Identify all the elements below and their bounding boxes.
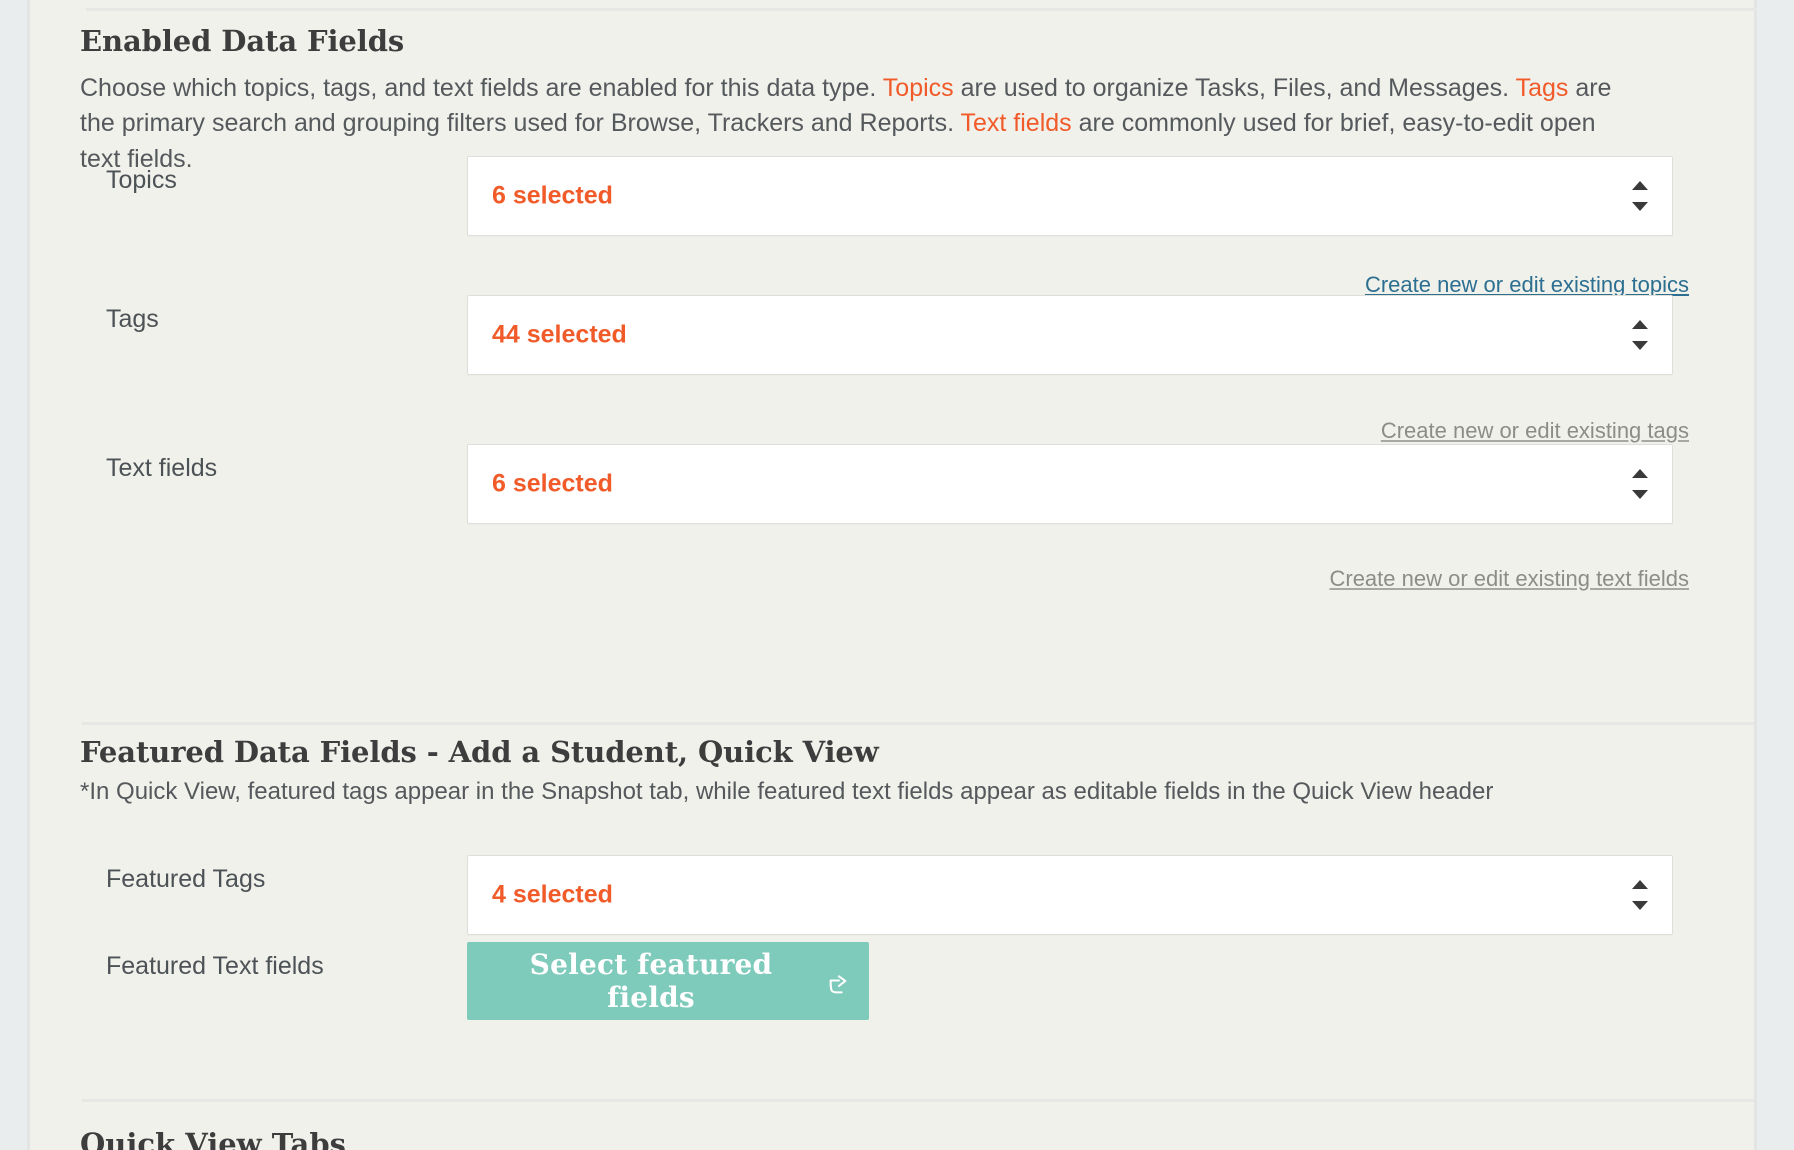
field-row-featured-text-fields: Featured Text fields Select featured fie… — [30, 942, 1754, 1022]
tags-manage-link[interactable]: Create new or edit existing tags — [1381, 420, 1689, 442]
text-fields-selected-count: 6 selected — [492, 472, 613, 497]
external-link-icon — [827, 971, 849, 993]
featured-data-fields-title: Featured Data Fields - Add a Student, Qu… — [30, 735, 1754, 770]
desc-highlight-tags: Tags — [1516, 74, 1569, 102]
field-row-topics: Topics 6 selected — [30, 156, 1754, 236]
settings-page: Enabled Data Fields Choose which topics,… — [0, 0, 1794, 1150]
select-featured-fields-button[interactable]: Select featured fields — [467, 942, 869, 1020]
topics-select[interactable]: 6 selected — [467, 156, 1673, 236]
featured-data-fields-section: Featured Data Fields - Add a Student, Qu… — [30, 735, 1754, 808]
desc-part-2: are used to organize Tasks, Files, and M… — [954, 74, 1516, 102]
field-row-featured-tags: Featured Tags 4 selected — [30, 855, 1754, 935]
topics-manage-link[interactable]: Create new or edit existing topics — [1365, 274, 1689, 296]
field-row-text-fields: Text fields 6 selected — [30, 444, 1754, 524]
text-fields-select[interactable]: 6 selected — [467, 444, 1673, 524]
sort-arrows-icon — [1632, 181, 1648, 211]
right-gutter — [1757, 0, 1794, 1150]
sort-arrows-icon — [1632, 469, 1648, 499]
section-divider — [82, 722, 1754, 725]
featured-tags-selected-count: 4 selected — [492, 883, 613, 908]
topics-label: Topics — [106, 168, 177, 193]
enabled-data-fields-section: Enabled Data Fields Choose which topics,… — [30, 24, 1754, 177]
featured-data-fields-note: *In Quick View, featured tags appear in … — [30, 776, 1754, 808]
desc-part-1: Choose which topics, tags, and text fiel… — [80, 74, 883, 102]
featured-tags-label: Featured Tags — [106, 867, 265, 892]
desc-highlight-text-fields: Text fields — [961, 109, 1072, 137]
sort-arrows-icon — [1632, 320, 1648, 350]
tags-label: Tags — [106, 307, 159, 332]
text-fields-manage-link[interactable]: Create new or edit existing text fields — [1329, 568, 1689, 590]
quick-view-tabs-title: Quick View Tabs — [80, 1127, 346, 1150]
left-gutter — [0, 0, 27, 1150]
field-row-tags: Tags 44 selected — [30, 295, 1754, 375]
sort-arrows-icon — [1632, 880, 1648, 910]
select-featured-fields-label: Select featured fields — [487, 948, 815, 1014]
settings-panel: Enabled Data Fields Choose which topics,… — [27, 0, 1757, 1150]
text-fields-label: Text fields — [106, 456, 217, 481]
enabled-data-fields-title: Enabled Data Fields — [30, 24, 1754, 59]
section-divider-bottom — [82, 1099, 1754, 1102]
top-divider — [86, 8, 1757, 11]
topics-selected-count: 6 selected — [492, 184, 613, 209]
featured-text-fields-label: Featured Text fields — [106, 954, 324, 979]
tags-select[interactable]: 44 selected — [467, 295, 1673, 375]
tags-selected-count: 44 selected — [492, 323, 627, 348]
desc-highlight-topics: Topics — [883, 74, 954, 102]
featured-tags-select[interactable]: 4 selected — [467, 855, 1673, 935]
